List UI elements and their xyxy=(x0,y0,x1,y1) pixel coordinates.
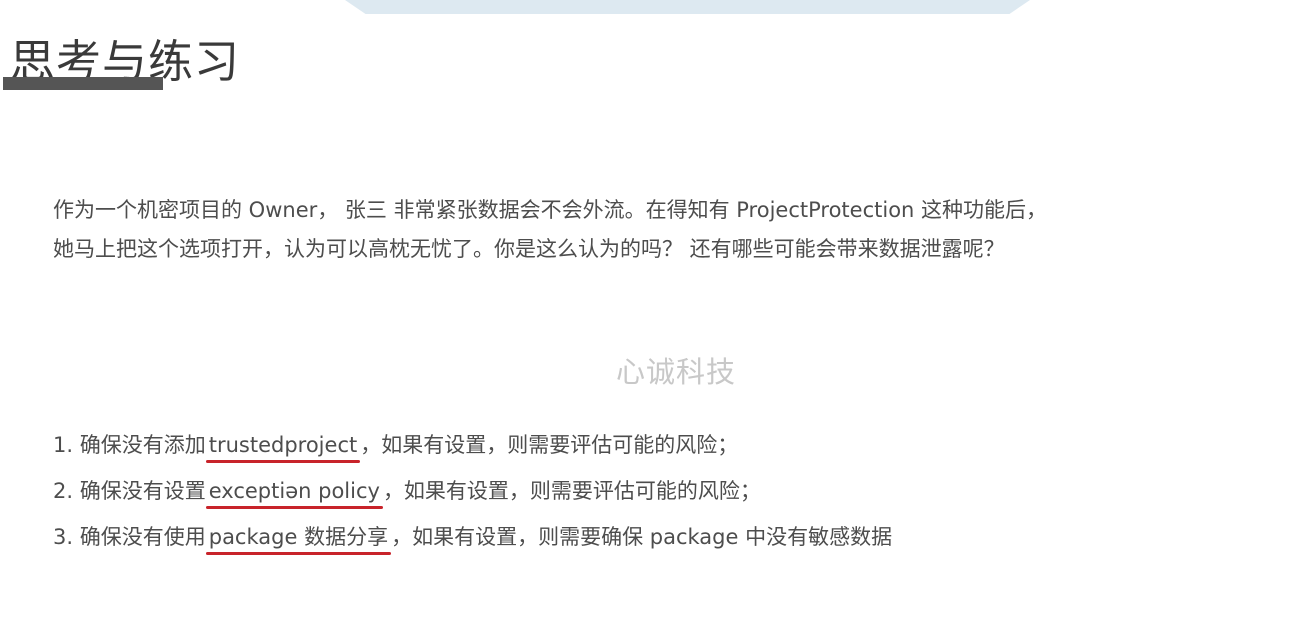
item-number: 3. xyxy=(53,525,74,549)
item-suffix: ，如果有设置，则需要评估可能的风险； xyxy=(382,479,761,503)
question-line-1: 作为一个机密项目的 Owner， 张三 非常紧张数据会不会外流。在得知有 Pro… xyxy=(53,198,1048,222)
question-paragraph: 作为一个机密项目的 Owner， 张三 非常紧张数据会不会外流。在得知有 Pro… xyxy=(53,191,1273,269)
list-item: 3. 确保没有使用 package 数据分享 ，如果有设置，则需要确保 packag… xyxy=(53,517,892,563)
item-highlight: trustedproject xyxy=(205,425,361,465)
title-underline-bar xyxy=(3,77,163,90)
item-number: 1. xyxy=(53,433,74,457)
item-prefix: 确保没有使用 xyxy=(79,525,206,549)
answer-list: 1. 确保没有添加 trustedproject ，如果有设置，则需要评估可能的风险… xyxy=(53,425,892,563)
item-number: 2. xyxy=(53,479,74,503)
item-suffix: ，如果有设置，则需要评估可能的风险； xyxy=(360,433,739,457)
top-decoration-tab xyxy=(345,0,1030,14)
item-prefix: 确保没有设置 xyxy=(79,479,206,503)
item-highlight: exceptiən policy xyxy=(205,471,384,511)
watermark-text: 心诚科技 xyxy=(616,355,737,389)
list-item: 1. 确保没有添加 trustedproject ，如果有设置，则需要评估可能的风险… xyxy=(53,425,892,471)
item-suffix: ，如果有设置，则需要确保 package 中没有敏感数据 xyxy=(391,525,893,549)
list-item: 2. 确保没有设置 exceptiən policy ，如果有设置，则需要评估可能的… xyxy=(53,471,892,517)
item-highlight: package 数据分享 xyxy=(205,517,392,557)
question-line-2: 她马上把这个选项打开，认为可以高枕无忧了。你是这么认为的吗？ 还有哪些可能会带来… xyxy=(53,237,1005,261)
item-prefix: 确保没有添加 xyxy=(79,433,206,457)
